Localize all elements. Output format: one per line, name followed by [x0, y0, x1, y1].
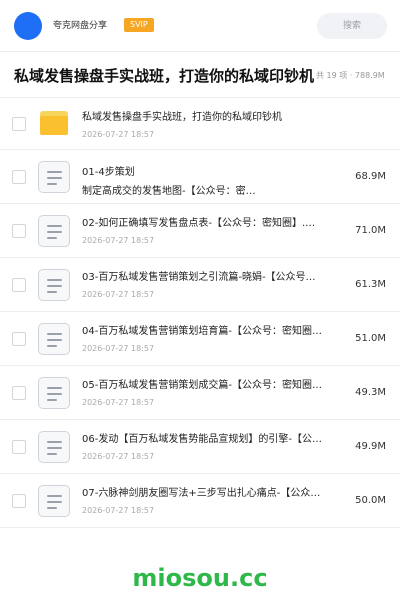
list-item-file[interactable]: 02-如何正确填写发售盘点表-【公众号：密知圈】.… 2026-07-27 18… — [0, 204, 400, 258]
document-icon — [38, 214, 70, 247]
list-item-file[interactable]: 06-发动【百万私域发售势能品宣规划】的引擎-【公… 2026-07-27 18… — [0, 420, 400, 474]
file-date: 2026-07-27 18:57 — [82, 130, 155, 139]
select-checkbox[interactable] — [12, 385, 26, 400]
sharer-name: 夸克网盘分享 — [53, 21, 108, 31]
select-checkbox[interactable] — [12, 439, 26, 454]
file-date: 2026-07-27 18:57 — [82, 236, 155, 245]
file-size: 50.0M — [355, 494, 386, 506]
select-checkbox[interactable] — [12, 331, 26, 346]
list-item-file[interactable]: 05-百万私域发售营销策划成交篇-【公众号：密知圈… 2026-07-27 18… — [0, 366, 400, 420]
document-icon — [38, 430, 70, 463]
file-name: 私域发售操盘手实战班，打造你的私域印钞机 — [82, 112, 282, 123]
svip-badge: SVIP — [124, 18, 154, 32]
file-name: 04-百万私域发售营销策划培育篇-【公众号：密知圈… — [82, 326, 322, 337]
file-size: 68.9M — [355, 170, 386, 182]
document-icon — [38, 160, 70, 193]
file-list: 私域发售操盘手实战班，打造你的私域印钞机 2026-07-27 18:57 01… — [0, 98, 400, 528]
list-item-file[interactable]: 07-六脉神剑朋友圈写法+三步写出扎心痛点-【公众… 2026-07-27 18… — [0, 474, 400, 528]
list-item-folder[interactable]: 私域发售操盘手实战班，打造你的私域印钞机 2026-07-27 18:57 — [0, 98, 400, 150]
file-date: 2026-07-27 18:57 — [82, 452, 155, 461]
list-item-file[interactable]: 01-4步策划 制定高成交的发售地图-【公众号：密… 68.9M — [0, 150, 400, 204]
file-size: 49.3M — [355, 386, 386, 398]
select-checkbox[interactable] — [12, 116, 26, 131]
site-watermark: miosou.cc — [132, 564, 268, 592]
avatar[interactable] — [14, 12, 42, 40]
file-date: 2026-07-27 18:57 — [82, 398, 155, 407]
share-title-bar: 私域发售操盘手实战班，打造你的私域印钞机 共 19 项 · 788.9M — [0, 52, 400, 98]
file-name: 06-发动【百万私域发售势能品宣规划】的引擎-【公… — [82, 434, 322, 445]
select-checkbox[interactable] — [12, 493, 26, 508]
file-size: 51.0M — [355, 332, 386, 344]
file-date: 2026-07-27 18:57 — [82, 344, 155, 353]
app-header: 夸克网盘分享 SVIP 搜索 — [0, 0, 400, 52]
select-checkbox[interactable] — [12, 223, 26, 238]
file-summary: 共 19 项 · 788.9M — [316, 71, 385, 80]
file-name: 03-百万私域发售营销策划之引流篇-晓娟-【公众号… — [82, 272, 316, 283]
page-title: 私域发售操盘手实战班，打造你的私域印钞机 — [14, 67, 315, 85]
list-item-file[interactable]: 04-百万私域发售营销策划培育篇-【公众号：密知圈… 2026-07-27 18… — [0, 312, 400, 366]
file-size: 49.9M — [355, 440, 386, 452]
file-name: 05-百万私域发售营销策划成交篇-【公众号：密知圈… — [82, 380, 322, 391]
document-icon — [38, 322, 70, 355]
file-name: 01-4步策划 制定高成交的发售地图-【公众号：密… — [82, 167, 256, 197]
file-date: 2026-07-27 18:57 — [82, 506, 155, 515]
file-size: 71.0M — [355, 224, 386, 236]
file-size: 61.3M — [355, 278, 386, 290]
select-checkbox[interactable] — [12, 169, 26, 184]
file-date: 2026-07-27 18:57 — [82, 290, 155, 299]
search-input[interactable]: 搜索 — [317, 13, 387, 39]
folder-icon — [40, 110, 68, 135]
select-checkbox[interactable] — [12, 277, 26, 292]
list-item-file[interactable]: 03-百万私域发售营销策划之引流篇-晓娟-【公众号… 2026-07-27 18… — [0, 258, 400, 312]
document-icon — [38, 268, 70, 301]
file-name: 02-如何正确填写发售盘点表-【公众号：密知圈】.… — [82, 218, 316, 229]
document-icon — [38, 376, 70, 409]
document-icon — [38, 484, 70, 517]
file-name: 07-六脉神剑朋友圈写法+三步写出扎心痛点-【公众… — [82, 488, 321, 499]
